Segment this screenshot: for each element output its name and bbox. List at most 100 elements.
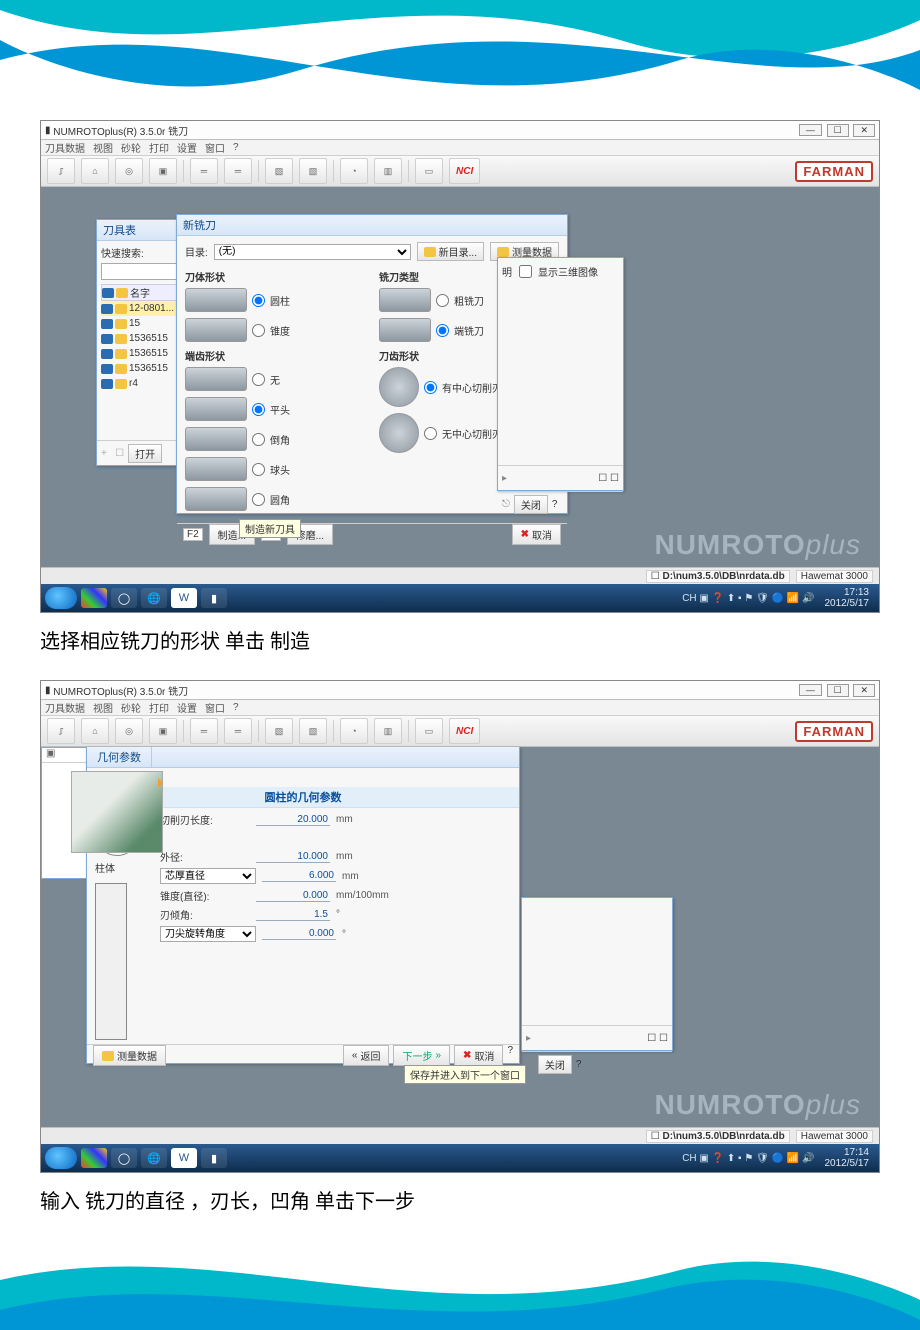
minimize-button[interactable]: — bbox=[799, 684, 822, 696]
menu-item[interactable]: 砂轮 bbox=[121, 140, 141, 155]
taskbar-icon[interactable]: 🌐 bbox=[141, 1148, 167, 1168]
tab-geometry[interactable]: 几何参数 bbox=[87, 747, 152, 767]
next-button[interactable]: 下一步 » bbox=[393, 1045, 450, 1066]
toolbar-button[interactable]: ═ bbox=[224, 718, 252, 744]
menu-item[interactable]: ? bbox=[233, 702, 239, 713]
body-preview-icon bbox=[95, 883, 127, 1040]
toolbar-button[interactable]: ◎ bbox=[115, 718, 143, 744]
opt-cylinder[interactable]: 圆柱 bbox=[185, 288, 365, 312]
opt-ball[interactable]: 球头 bbox=[185, 457, 365, 481]
toolbar-button[interactable]: ⎎ bbox=[47, 158, 75, 184]
close-button[interactable]: ✕ bbox=[853, 124, 875, 137]
value-outer-diameter[interactable]: 10.000 bbox=[256, 851, 330, 863]
start-button[interactable] bbox=[45, 1147, 77, 1169]
opt-none[interactable]: 无 bbox=[185, 367, 365, 391]
close-button[interactable]: 关闭 bbox=[538, 1055, 572, 1074]
menu-item[interactable]: ? bbox=[233, 142, 239, 153]
taskbar-icon[interactable]: ▮ bbox=[201, 588, 227, 608]
taskbar-icon[interactable]: W bbox=[171, 1148, 197, 1168]
new-mill-header: 新铣刀 bbox=[177, 215, 567, 236]
menu-item[interactable]: 窗口 bbox=[205, 140, 225, 155]
toolbar-button[interactable]: ▭ bbox=[415, 158, 443, 184]
taskbar-icon[interactable] bbox=[81, 1148, 107, 1168]
measure-data-button[interactable]: 测量数据 bbox=[93, 1045, 166, 1066]
toolbar-button[interactable]: ▭ bbox=[415, 718, 443, 744]
help-icon[interactable]: ? bbox=[576, 1059, 582, 1070]
toolbar-button[interactable]: ⌂ bbox=[81, 718, 109, 744]
toolbar-nci-button[interactable]: NCI bbox=[449, 718, 480, 744]
tooltip-next: 保存并进入到下一个窗口 bbox=[404, 1065, 526, 1084]
toolbar-button[interactable]: ▥ bbox=[374, 718, 402, 744]
toolbar-button[interactable]: ⎎ bbox=[47, 718, 75, 744]
opt-taper[interactable]: 锥度 bbox=[185, 318, 365, 342]
caption-1: 选择相应铣刀的形状 单击 制造 bbox=[40, 625, 880, 654]
menu-item[interactable]: 设置 bbox=[177, 140, 197, 155]
toolbar-button[interactable]: ◎ bbox=[115, 158, 143, 184]
opt-chamfer[interactable]: 倒角 bbox=[185, 427, 365, 451]
toolbar-button[interactable]: ▧ bbox=[299, 158, 327, 184]
menu-item[interactable]: 视图 bbox=[93, 700, 113, 715]
toolbar-button[interactable]: ═ bbox=[224, 158, 252, 184]
value-tip-angle[interactable]: 0.000 bbox=[262, 928, 336, 940]
opt-corner[interactable]: 圆角 bbox=[185, 487, 365, 511]
toolbar-button[interactable]: ▥ bbox=[374, 158, 402, 184]
minimize-button[interactable]: — bbox=[799, 124, 822, 136]
cancel-button[interactable]: ✖取消 bbox=[512, 524, 561, 545]
tip-angle-select[interactable]: 刀尖旋转角度 bbox=[160, 926, 256, 942]
toolbar-button[interactable]: ◔ bbox=[340, 158, 368, 184]
screenshot-2: ▮ NUMROTOplus(R) 3.5.0r 铣刀 — ☐ ✕ 刀具数据 视图… bbox=[40, 680, 880, 1173]
taskbar-icon[interactable]: 🌐 bbox=[141, 588, 167, 608]
help-icon[interactable]: ? bbox=[552, 499, 558, 510]
taskbar-icon[interactable]: ◯ bbox=[111, 1148, 137, 1168]
taskbar-icon[interactable]: ◯ bbox=[111, 588, 137, 608]
preview-image bbox=[71, 771, 163, 853]
toolbar-button[interactable]: ▣ bbox=[149, 158, 177, 184]
toolbar-button[interactable]: ═ bbox=[190, 158, 218, 184]
toolbar-button[interactable]: ⌂ bbox=[81, 158, 109, 184]
page-bg-top bbox=[0, 0, 920, 120]
value-cut-length[interactable]: 20.000 bbox=[256, 814, 330, 826]
taskbar-icon[interactable]: W bbox=[171, 588, 197, 608]
open-button[interactable]: 打开 bbox=[128, 444, 162, 463]
menu-item[interactable]: 视图 bbox=[93, 140, 113, 155]
taskbar-icon[interactable] bbox=[81, 588, 107, 608]
toolbar-button[interactable]: ▧ bbox=[299, 718, 327, 744]
toolbar-nci-button[interactable]: NCI bbox=[449, 158, 480, 184]
menu-item[interactable]: 砂轮 bbox=[121, 700, 141, 715]
new-dir-button[interactable]: 新目录... bbox=[417, 242, 484, 261]
show-3d-checkbox[interactable]: 明 显示三维图像 bbox=[502, 262, 619, 281]
toolbar-button[interactable]: ▣ bbox=[149, 718, 177, 744]
core-diameter-select[interactable]: 芯厚直径 bbox=[160, 868, 256, 884]
maximize-button[interactable]: ☐ bbox=[827, 124, 849, 137]
cancel-button[interactable]: ✖取消 bbox=[454, 1045, 503, 1066]
close-button[interactable]: ✕ bbox=[853, 684, 875, 697]
dir-select[interactable]: (无) bbox=[214, 244, 411, 260]
maximize-button[interactable]: ☐ bbox=[827, 684, 849, 697]
help-icon[interactable]: ? bbox=[507, 1045, 513, 1066]
status-bar: ☐ D:\num3.5.0\DB\nrdata.db Hawemat 3000 bbox=[41, 567, 879, 584]
menu-bar: 刀具数据 视图 砂轮 打印 设置 窗口 ? bbox=[41, 140, 879, 156]
menu-item[interactable]: 打印 bbox=[149, 700, 169, 715]
search-label: 快速搜索: bbox=[101, 245, 144, 260]
preview-pin-icon[interactable]: ▣ bbox=[46, 748, 55, 762]
menu-item[interactable]: 刀具数据 bbox=[45, 700, 85, 715]
value-core-diameter[interactable]: 6.000 bbox=[262, 870, 336, 882]
menu-item[interactable]: 打印 bbox=[149, 140, 169, 155]
folder-icon[interactable]: ☐ ☐ bbox=[647, 1033, 668, 1044]
start-button[interactable] bbox=[45, 587, 77, 609]
toolbar-button[interactable]: ═ bbox=[190, 718, 218, 744]
taskbar-icon[interactable]: ▮ bbox=[201, 1148, 227, 1168]
opt-flat[interactable]: 平头 bbox=[185, 397, 365, 421]
value-taper[interactable]: 0.000 bbox=[256, 890, 330, 902]
toolbar-button[interactable]: ◔ bbox=[340, 718, 368, 744]
toolbar-button[interactable]: ▧ bbox=[265, 718, 293, 744]
value-helix[interactable]: 1.5 bbox=[256, 909, 330, 921]
menu-item[interactable]: 设置 bbox=[177, 700, 197, 715]
close-button[interactable]: 关闭 bbox=[514, 495, 548, 514]
back-button[interactable]: « 返回 bbox=[343, 1045, 390, 1066]
folder-icon[interactable]: ☐ ☐ bbox=[598, 473, 619, 484]
menu-item[interactable]: 刀具数据 bbox=[45, 140, 85, 155]
menu-item[interactable]: 窗口 bbox=[205, 700, 225, 715]
tooltip-make: 制造新刀具 bbox=[239, 519, 301, 538]
toolbar-button[interactable]: ▧ bbox=[265, 158, 293, 184]
